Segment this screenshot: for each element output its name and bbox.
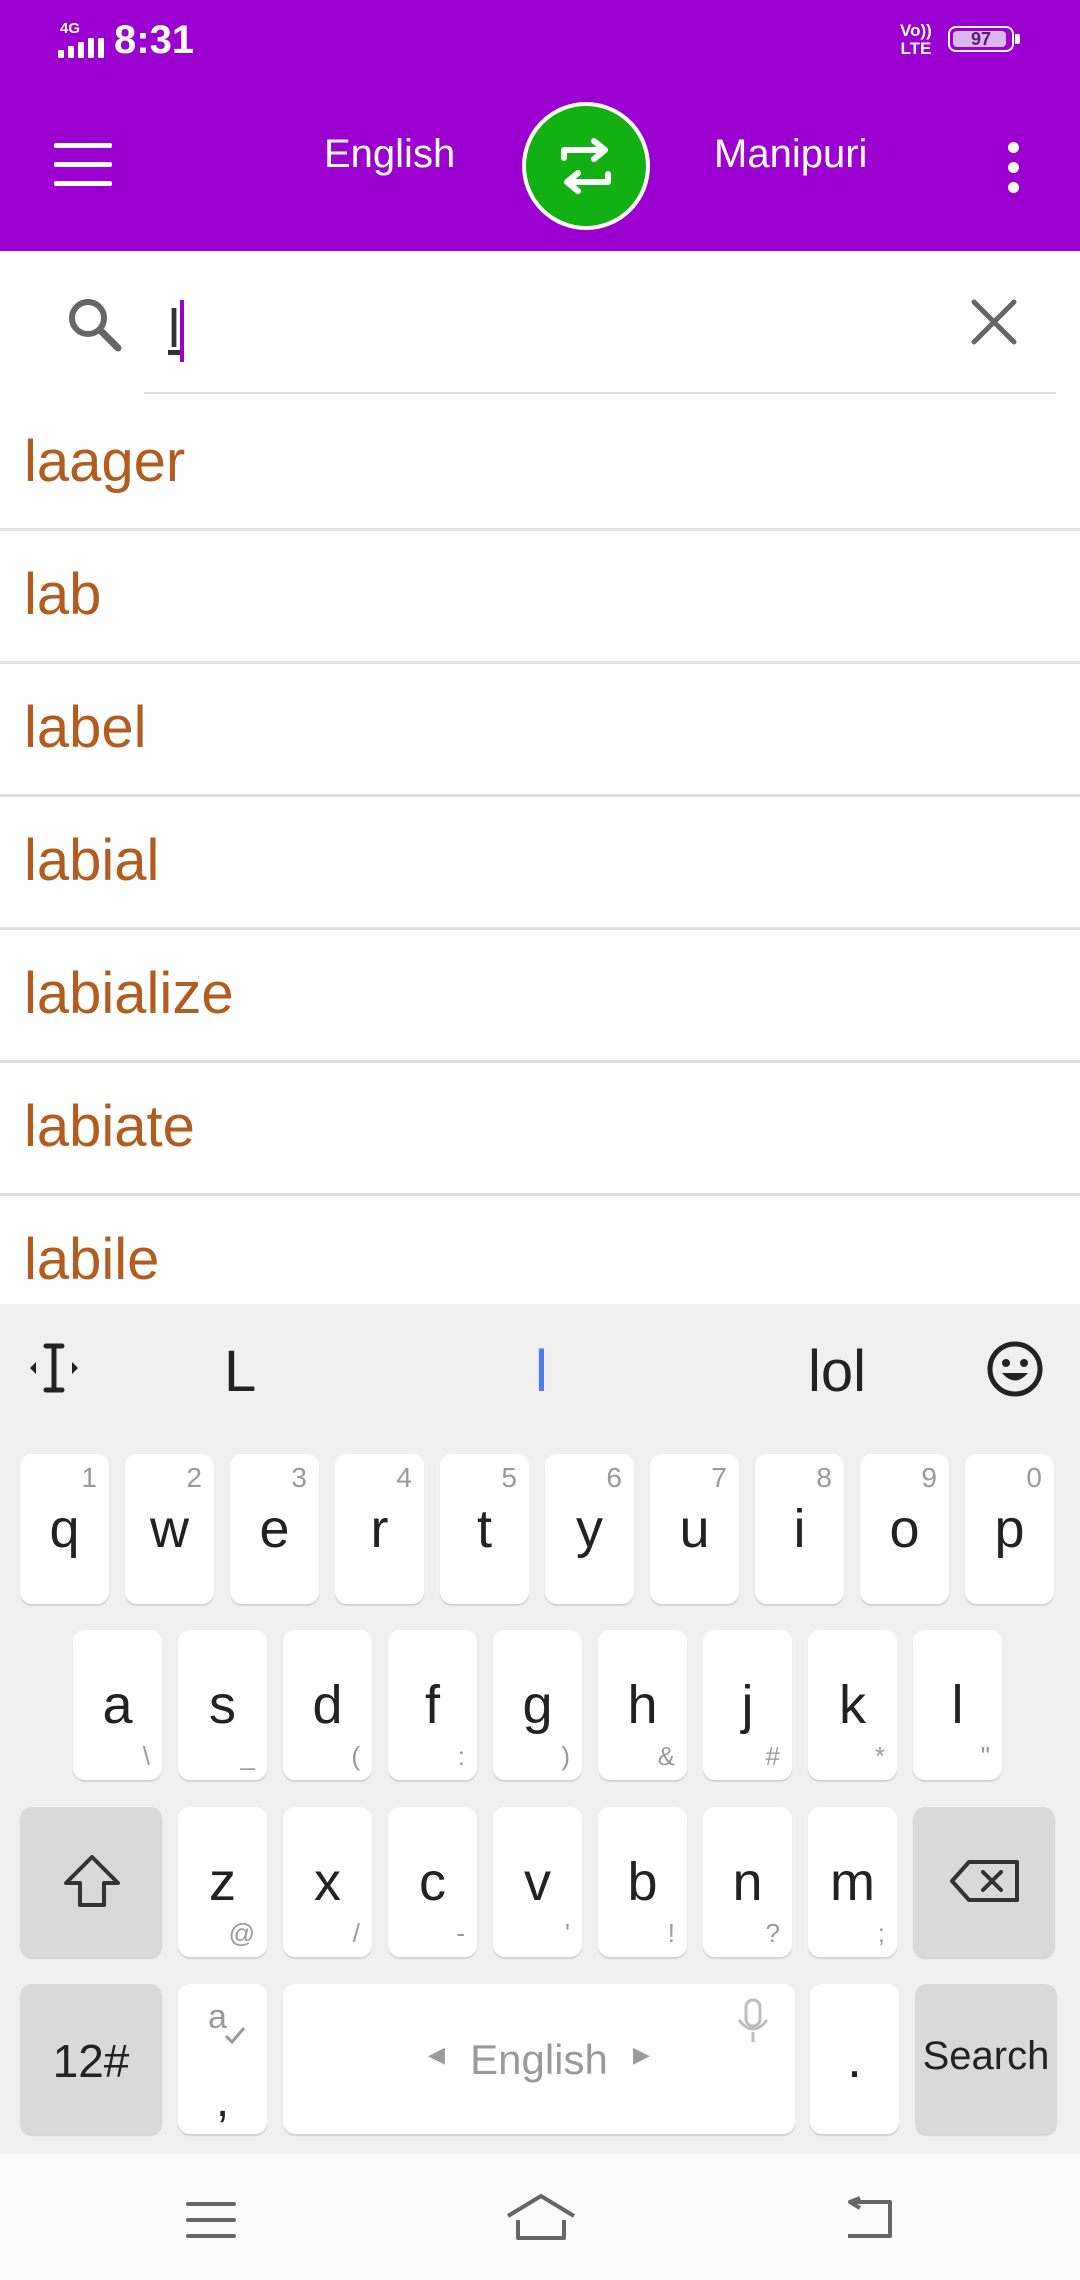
signal-icon: 4G bbox=[58, 20, 108, 58]
key-y[interactable]: 6y bbox=[545, 1454, 634, 1604]
more-options-icon[interactable] bbox=[1000, 142, 1030, 194]
key-f[interactable]: f: bbox=[388, 1630, 477, 1780]
volte-top: Vo)) bbox=[900, 21, 932, 40]
search-key[interactable]: Search bbox=[915, 1984, 1057, 2134]
target-language[interactable]: Manipuri bbox=[714, 132, 867, 177]
key-e[interactable]: 3e bbox=[230, 1454, 319, 1604]
backspace-icon bbox=[950, 1860, 1019, 1902]
list-item[interactable]: labial bbox=[0, 797, 1080, 930]
backspace-key[interactable] bbox=[913, 1807, 1055, 1957]
menu-icon[interactable] bbox=[54, 143, 112, 187]
list-item-label: labialize bbox=[24, 961, 234, 1026]
key-k[interactable]: k * bbox=[808, 1630, 897, 1780]
key-c[interactable]: c- bbox=[388, 1807, 477, 1957]
battery-level: 97 bbox=[970, 29, 992, 49]
battery-icon: 97 bbox=[948, 26, 1020, 52]
key-x[interactable]: x / bbox=[283, 1807, 372, 1957]
key-q[interactable]: 1q bbox=[20, 1454, 109, 1604]
navigation-bar bbox=[0, 2154, 1080, 2280]
list-item-label: labial bbox=[24, 828, 160, 893]
key-s[interactable]: s _ bbox=[178, 1630, 267, 1780]
space-language-label: English bbox=[470, 2036, 608, 2083]
list-item[interactable]: lab bbox=[0, 531, 1080, 664]
chevron-right-icon: ▶ bbox=[633, 2042, 650, 2067]
autocorrect-icon: a bbox=[208, 1998, 246, 2045]
key-d[interactable]: d( bbox=[283, 1630, 372, 1780]
cursor-control-icon[interactable] bbox=[26, 1340, 82, 1401]
search-input[interactable]: l bbox=[144, 278, 1056, 394]
search-icon bbox=[64, 294, 124, 359]
keyboard-suggestion-bar: L l lol bbox=[0, 1304, 1080, 1432]
network-type: 4G bbox=[60, 20, 81, 37]
key-t[interactable]: 5t bbox=[440, 1454, 529, 1604]
shift-icon bbox=[64, 1855, 120, 1907]
key-r[interactable]: 4r bbox=[335, 1454, 424, 1604]
key-j[interactable]: j # bbox=[703, 1630, 792, 1780]
list-item-label: lab bbox=[24, 562, 102, 627]
key-v[interactable]: v ' bbox=[493, 1807, 582, 1957]
key-g[interactable]: g) bbox=[493, 1630, 582, 1780]
period-key[interactable]: . bbox=[810, 1984, 899, 2134]
microphone-icon bbox=[737, 1998, 769, 2042]
shift-key[interactable] bbox=[20, 1807, 162, 1957]
swap-icon bbox=[561, 138, 611, 194]
list-item-label: label bbox=[24, 695, 147, 760]
keyboard-suggestion[interactable]: l bbox=[535, 1338, 548, 1405]
list-item[interactable]: labiate bbox=[0, 1063, 1080, 1196]
comma-key[interactable]: a , bbox=[178, 1984, 267, 2134]
key-a[interactable]: a \ bbox=[73, 1630, 162, 1780]
list-item[interactable]: laager bbox=[0, 398, 1080, 531]
status-time: 8:31 bbox=[114, 18, 195, 62]
clear-icon[interactable] bbox=[970, 298, 1018, 346]
volte-indicator: Vo)) LTE bbox=[900, 22, 932, 58]
text-cursor bbox=[180, 300, 184, 362]
space-key[interactable]: ◀ English ▶ bbox=[283, 1984, 795, 2134]
key-u[interactable]: 7u bbox=[650, 1454, 739, 1604]
key-i[interactable]: 8i bbox=[755, 1454, 844, 1604]
suggestion-list: laager lab label labial labialize labiat… bbox=[0, 398, 1080, 1329]
keyboard-suggestion[interactable]: lol bbox=[808, 1338, 866, 1405]
key-o[interactable]: 9o bbox=[860, 1454, 949, 1604]
keyboard: L l lol 1q 2w 3e 4r 5t 6y 7u 8i 9o 0p a \… bbox=[0, 1304, 1080, 2154]
volte-bottom: LTE bbox=[900, 39, 932, 58]
back-icon[interactable] bbox=[842, 2196, 896, 2242]
key-n[interactable]: n? bbox=[703, 1807, 792, 1957]
emoji-icon[interactable] bbox=[986, 1340, 1044, 1403]
list-item[interactable]: labialize bbox=[0, 930, 1080, 1063]
key-b[interactable]: b! bbox=[598, 1807, 687, 1957]
numbers-symbols-key[interactable]: 12# bbox=[20, 1984, 162, 2134]
home-icon[interactable] bbox=[504, 2192, 578, 2242]
key-h[interactable]: h & bbox=[598, 1630, 687, 1780]
source-language[interactable]: English bbox=[324, 132, 455, 177]
list-item-label: laager bbox=[24, 429, 186, 494]
key-p[interactable]: 0p bbox=[965, 1454, 1054, 1604]
list-item-label: labiate bbox=[24, 1094, 195, 1159]
key-w[interactable]: 2w bbox=[125, 1454, 214, 1604]
app-bar: 4G 8:31 Vo)) LTE 97 English Manipuri bbox=[0, 0, 1080, 251]
recent-apps-icon[interactable] bbox=[186, 2200, 236, 2240]
key-m[interactable]: m; bbox=[808, 1807, 897, 1957]
key-l[interactable]: l " bbox=[913, 1630, 1002, 1780]
svg-text:a: a bbox=[208, 1998, 227, 2036]
list-item[interactable]: label bbox=[0, 664, 1080, 797]
swap-languages-button[interactable] bbox=[522, 102, 650, 230]
list-item-label: labile bbox=[24, 1227, 160, 1292]
search-input-value[interactable]: l bbox=[168, 298, 180, 360]
keyboard-suggestion[interactable]: L bbox=[224, 1338, 256, 1405]
key-z[interactable]: z @ bbox=[178, 1807, 267, 1957]
